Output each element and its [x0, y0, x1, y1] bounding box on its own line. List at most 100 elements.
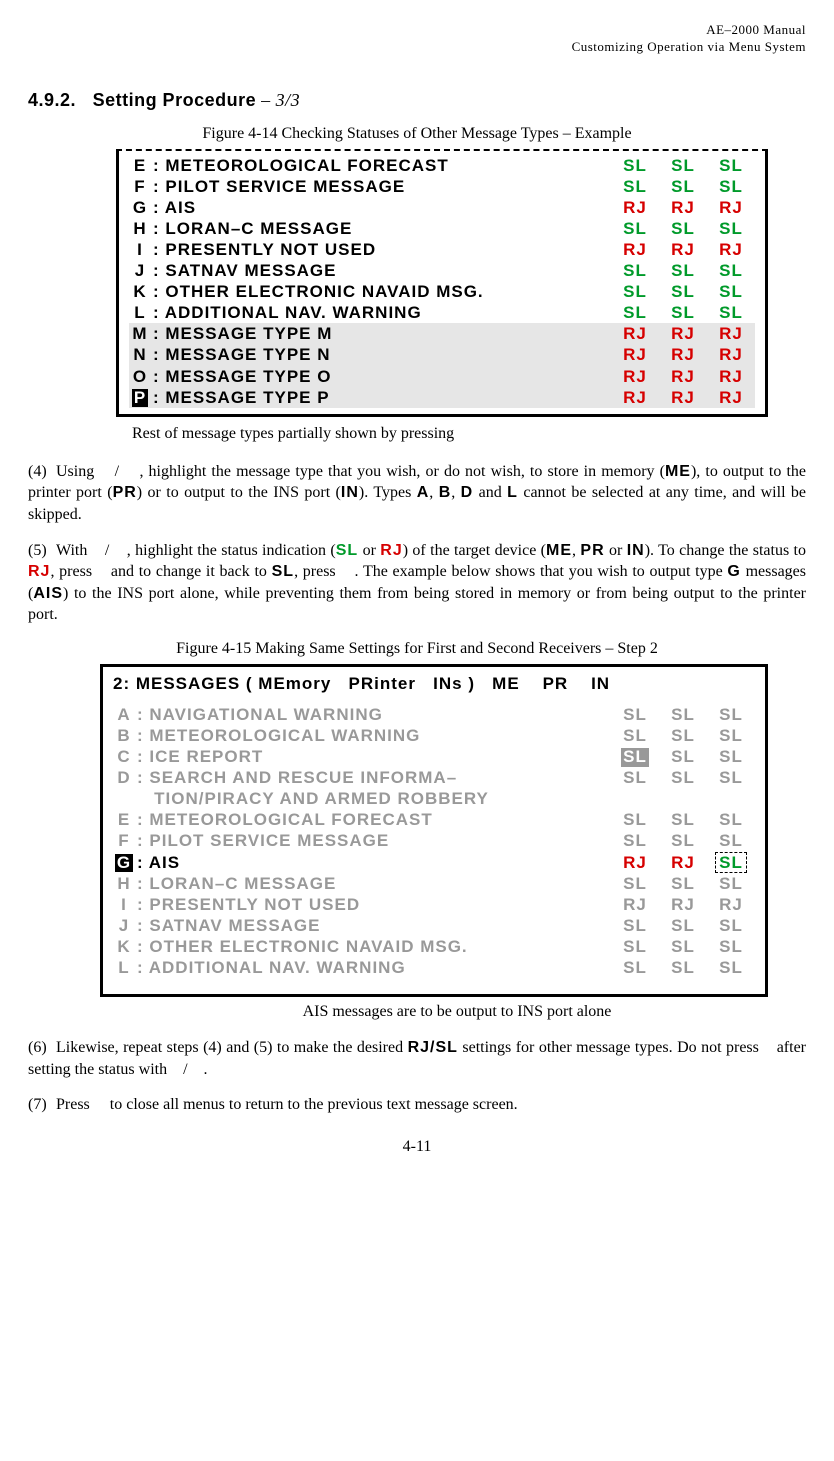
status-cell: SL: [659, 260, 707, 281]
figure2-caption: Figure 4-15 Making Same Settings for Fir…: [28, 640, 806, 658]
row-key: H: [113, 873, 135, 894]
row-key: I: [129, 239, 151, 260]
header-line2: Customizing Operation via Menu System: [28, 39, 806, 56]
status-cell: SL: [611, 302, 659, 323]
status-cell: SL: [707, 767, 755, 788]
row-key: B: [113, 725, 135, 746]
row-name: : ADDITIONAL NAV. WARNING: [135, 957, 611, 978]
status-cell: SL: [659, 873, 707, 894]
para-4: (4)Using / , highlight the message type …: [28, 461, 806, 526]
row-name: : METEOROLOGICAL FORECAST: [135, 809, 611, 830]
row-name: : METEOROLOGICAL FORECAST: [151, 155, 611, 176]
list-row: C: ICE REPORTSLSLSL: [113, 746, 755, 767]
status-cell: SL: [659, 725, 707, 746]
selected-status: SL: [621, 748, 649, 767]
list-row: M: MESSAGE TYPE MRJRJRJ: [129, 323, 755, 344]
status-cell: RJ: [611, 852, 659, 873]
status-cell: SL: [707, 281, 755, 302]
row-name: : OTHER ELECTRONIC NAVAID MSG.: [135, 936, 611, 957]
row-name: : MESSAGE TYPE P: [151, 387, 611, 408]
row-name: : ADDITIONAL NAV. WARNING: [151, 302, 611, 323]
status-cell: RJ: [611, 323, 659, 344]
status-cell: RJ: [659, 366, 707, 387]
row-name: : ICE REPORT: [135, 746, 611, 767]
figure1-screen: E: METEOROLOGICAL FORECASTSLSLSLF: PILOT…: [116, 149, 768, 417]
highlighted-status: SL: [715, 852, 747, 873]
list-row: O: MESSAGE TYPE ORJRJRJ: [129, 366, 755, 387]
status-cell: SL: [659, 767, 707, 788]
row-name: : AIS: [151, 197, 611, 218]
status-cell: RJ: [659, 197, 707, 218]
page-header: AE–2000 Manual Customizing Operation via…: [28, 22, 806, 56]
row-key: J: [113, 915, 135, 936]
status-cell: RJ: [611, 366, 659, 387]
row-key: G: [113, 852, 135, 873]
row-name: : PRESENTLY NOT USED: [135, 894, 611, 915]
status-cell: RJ: [659, 323, 707, 344]
row-name: : SATNAV MESSAGE: [151, 260, 611, 281]
status-cell: SL: [611, 957, 659, 978]
status-cell: RJ: [611, 239, 659, 260]
status-cell: RJ: [659, 387, 707, 408]
row-name: : AIS: [135, 852, 611, 873]
list-row: I: PRESENTLY NOT USEDRJRJRJ: [129, 239, 755, 260]
status-cell: RJ: [707, 197, 755, 218]
status-cell: SL: [659, 176, 707, 197]
status-cell: SL: [659, 281, 707, 302]
status-cell: SL: [611, 767, 659, 788]
header-line1: AE–2000 Manual: [28, 22, 806, 39]
status-cell: SL: [659, 915, 707, 936]
status-cell: SL: [611, 746, 659, 767]
list-row: G: AISRJRJSL: [113, 852, 755, 873]
status-cell: RJ: [707, 894, 755, 915]
row-name: : NAVIGATIONAL WARNING: [135, 704, 611, 725]
page-number: 4-11: [28, 1138, 806, 1156]
status-cell: SL: [611, 809, 659, 830]
status-cell: SL: [707, 936, 755, 957]
status-cell: RJ: [707, 387, 755, 408]
row-key: F: [113, 830, 135, 851]
list-row: H: LORAN–C MESSAGESLSLSL: [129, 218, 755, 239]
status-cell: SL: [707, 809, 755, 830]
status-cell: SL: [611, 830, 659, 851]
status-cell: SL: [707, 830, 755, 851]
row-name: : METEOROLOGICAL WARNING: [135, 725, 611, 746]
list-row: E: METEOROLOGICAL FORECASTSLSLSL: [129, 155, 755, 176]
row-key: K: [129, 281, 151, 302]
status-cell: SL: [707, 957, 755, 978]
status-cell: SL: [611, 218, 659, 239]
status-cell: SL: [611, 176, 659, 197]
screen-title: 2: MESSAGES ( MEmory PRinter INs ) ME PR…: [113, 671, 755, 698]
status-cell: RJ: [659, 894, 707, 915]
list-row: J: SATNAV MESSAGESLSLSL: [129, 260, 755, 281]
figure2-annotation: AIS messages are to be output to INS por…: [108, 1003, 806, 1021]
para-6: (6)Likewise, repeat steps (4) and (5) to…: [28, 1037, 806, 1080]
list-row: A: NAVIGATIONAL WARNINGSLSLSL: [113, 704, 755, 725]
row-name: : PILOT SERVICE MESSAGE: [151, 176, 611, 197]
status-cell: SL: [659, 957, 707, 978]
para-7: (7)Press to close all menus to return to…: [28, 1094, 806, 1116]
status-cell: SL: [707, 704, 755, 725]
status-cell: RJ: [611, 387, 659, 408]
status-cell: SL: [707, 218, 755, 239]
row-name: : OTHER ELECTRONIC NAVAID MSG.: [151, 281, 611, 302]
row-key: M: [129, 323, 151, 344]
list-row: N: MESSAGE TYPE NRJRJRJ: [129, 344, 755, 365]
figure1-annotation: Rest of message types partially shown by…: [132, 425, 806, 443]
status-cell: SL: [707, 302, 755, 323]
status-cell: SL: [707, 155, 755, 176]
status-cell: SL: [707, 176, 755, 197]
figure2-screen: 2: MESSAGES ( MEmory PRinter INs ) ME PR…: [100, 664, 768, 997]
status-cell: SL: [659, 218, 707, 239]
row-key: E: [113, 809, 135, 830]
row-key: I: [113, 894, 135, 915]
list-row: F: PILOT SERVICE MESSAGESLSLSL: [129, 176, 755, 197]
section-suffix: – 3/3: [256, 90, 300, 110]
list-row: P: MESSAGE TYPE PRJRJRJ: [129, 387, 755, 408]
status-cell: SL: [707, 915, 755, 936]
row-key: L: [113, 957, 135, 978]
row-key: J: [129, 260, 151, 281]
status-cell: SL: [659, 155, 707, 176]
row-key: H: [129, 218, 151, 239]
list-row: K: OTHER ELECTRONIC NAVAID MSG.SLSLSL: [113, 936, 755, 957]
